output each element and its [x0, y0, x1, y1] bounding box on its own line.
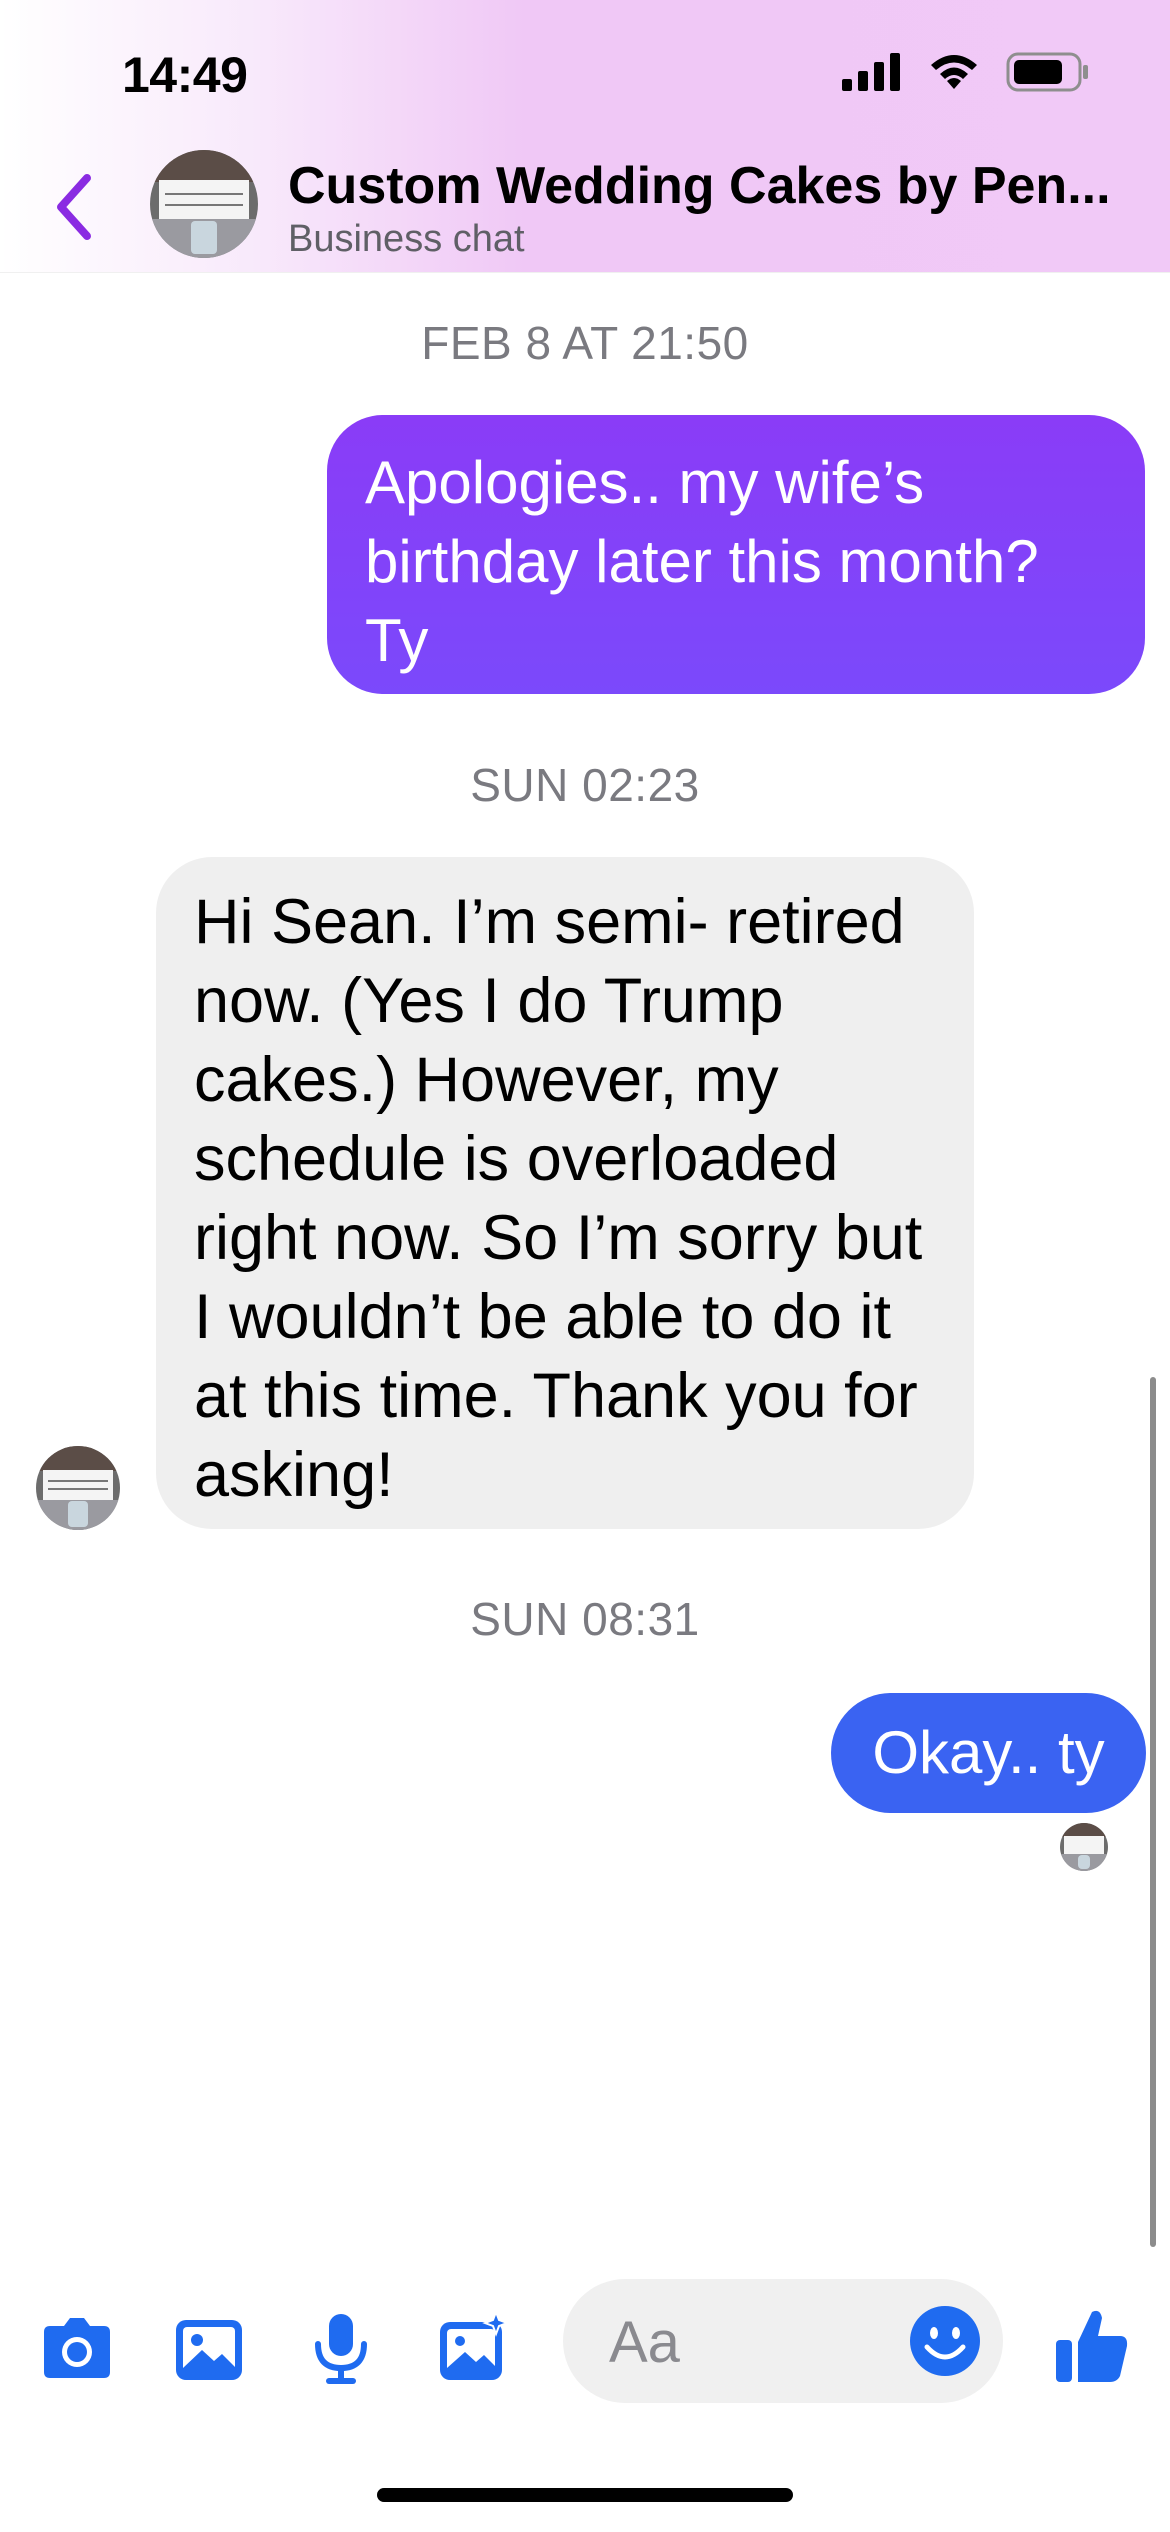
message-text-line: Hi Sean. I’m semi- retired: [194, 887, 905, 957]
camera-icon[interactable]: [40, 2312, 114, 2386]
read-receipt-avatar: [1060, 1823, 1108, 1871]
message-text-line: I wouldn’t be able to do it: [194, 1282, 891, 1352]
message-text-line: cakes.) However, my: [194, 1045, 779, 1115]
message-text-line: at this time. Thank you for: [194, 1361, 918, 1431]
sender-avatar[interactable]: [36, 1446, 120, 1530]
scrollbar[interactable]: [1150, 1377, 1156, 2247]
back-chevron-icon[interactable]: [54, 172, 94, 242]
message-text-line: Apologies.. my wife’s: [365, 449, 925, 516]
message-timestamp: FEB 8 AT 21:50: [421, 317, 749, 369]
sticker-photo-icon[interactable]: [436, 2312, 510, 2386]
wifi-icon: [931, 55, 977, 89]
outgoing-message-bubble[interactable]: Apologies.. my wife’s birthday later thi…: [327, 415, 1145, 694]
message-text-line: now. (Yes I do Trump: [194, 966, 784, 1036]
message-input-placeholder: Aa: [609, 2310, 680, 2375]
message-text-line: Okay.. ty: [872, 1719, 1105, 1786]
message-text-line: right now. So I’m sorry but: [194, 1203, 923, 1273]
message-timestamp: SUN 08:31: [470, 1593, 700, 1645]
chat-header: 14:49 Custom Wedding Cakes by Pen... Bus…: [0, 0, 1170, 272]
battery-icon: [1006, 52, 1088, 92]
message-input[interactable]: Aa: [563, 2279, 1003, 2403]
incoming-message-bubble[interactable]: Hi Sean. I’m semi- retired now. (Yes I d…: [156, 857, 974, 1529]
message-text-line: asking!: [194, 1440, 394, 1510]
status-icons: [842, 52, 1090, 92]
outgoing-message-bubble[interactable]: Okay.. ty: [831, 1693, 1146, 1813]
message-text-line: Ty: [365, 607, 429, 674]
chat-title[interactable]: Custom Wedding Cakes by Pen...: [288, 156, 1111, 216]
microphone-icon[interactable]: [304, 2312, 378, 2386]
home-indicator: [377, 2488, 793, 2502]
cellular-signal-icon: [842, 53, 900, 91]
gallery-icon[interactable]: [172, 2312, 246, 2386]
status-time: 14:49: [122, 47, 248, 103]
emoji-icon[interactable]: [907, 2303, 983, 2379]
message-text-line: birthday later this month?: [365, 528, 1039, 595]
message-text-line: schedule is overloaded: [194, 1124, 839, 1194]
thumbs-up-icon[interactable]: [1054, 2306, 1130, 2386]
business-avatar[interactable]: [150, 150, 258, 258]
chat-subtitle: Business chat: [288, 218, 525, 260]
message-timestamp: SUN 02:23: [470, 759, 700, 811]
